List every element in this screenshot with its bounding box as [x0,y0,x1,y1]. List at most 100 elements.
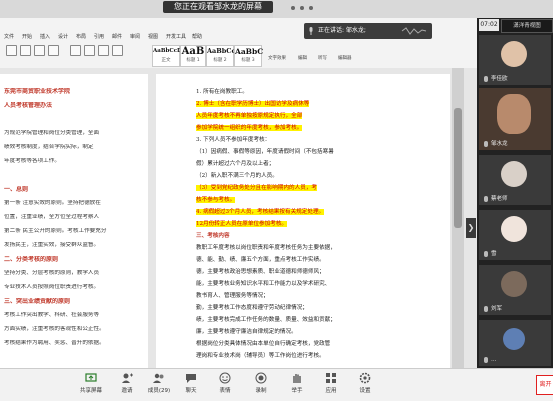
dictate-label[interactable]: 听写 [318,55,327,61]
participant-name: … [491,357,497,363]
toolbar-label: 应用 [325,388,337,394]
style-heading-2[interactable]: AaBbCcI 标题 2 [206,45,238,67]
shared-screen: 文件 开始 插入 设计 布局 引用 邮件 审阅 视图 开发工具 帮助 AaBbC… [0,18,477,368]
right-page-line: （2）新入职不满三个月的人员。 [196,173,278,179]
chat-button[interactable]: 聊天 [176,372,206,398]
view-switch-button[interactable]: 潇洋青视图 [501,19,553,33]
left-page-line: 第二条 民主公开的原则。考核工作要充分 [4,228,107,234]
right-page-line: 核不参与考核。 [196,197,236,203]
underline-icon[interactable] [48,45,59,56]
menu-mailings[interactable]: 邮件 [112,33,122,40]
document-area: 东莞市商贸职业技术学院 人员考核管理办法为规范学院管理和岗位分类管理，全面 绩效考核… [0,68,477,368]
menu-references[interactable]: 引用 [94,33,104,40]
toolbar-label: 邀请 [121,388,133,394]
align-center-icon[interactable] [84,45,95,56]
participant-tile[interactable]: 蔡老师 [479,155,551,205]
menu-layout[interactable]: 布局 [76,33,86,40]
invite-icon [122,373,133,383]
participant-name: 雪 [491,251,497,257]
paste-icon[interactable] [6,45,17,56]
record-icon [255,372,267,384]
settings-icon [359,372,371,384]
right-page-line: 4. 病假超过3个月人员，考核结果按有关规定处理。 [196,209,325,215]
left-page-line: 人员考核管理办法 [4,102,53,109]
right-page-line: 理岗和专业技术岗（辅导员）等工作岗位进行考核。 [196,353,325,359]
left-page-line: 第一条 注意实效的原则。坚持把德放在 [4,200,101,206]
chat-icon [186,374,196,383]
members-button[interactable]: 成员(29) [144,372,174,398]
invite-button[interactable]: 邀请 [112,372,142,398]
participant-tile[interactable]: 雪 [479,210,551,260]
audio-wave-icon [401,27,427,35]
share-screen-button[interactable]: 共享屏幕 [76,372,106,398]
menu-developer[interactable]: 开发工具 [166,33,186,40]
edit-label[interactable]: 编辑 [298,55,307,61]
left-page-line: 为规范学院管理和岗位分类管理，全面 [4,130,100,136]
left-page-line: 东莞市商贸职业技术学院 [4,88,71,95]
right-page-line: 能，主要考核业务知识水平和工作能力以及学术研究、 [196,281,331,287]
right-page-line: 德，主要考核政治思想素质、职业道德和师德师风； [196,269,325,275]
left-page-line: 发扬民主，注重实效，接受群众监督。 [4,242,100,248]
participant-name: 李佳欧 [491,76,508,82]
menu-home[interactable]: 开始 [22,33,32,40]
toolbar-label: 共享屏幕 [79,388,102,394]
text-effects-label[interactable]: 文字效果 [268,55,286,61]
menu-insert[interactable]: 插入 [40,33,50,40]
avatar [497,94,531,134]
avatar [501,41,527,67]
top-bar [0,0,553,18]
meeting-timer: 07:02 [479,19,499,31]
left-page-line: 二、分类考核的原则 [4,256,59,263]
speaking-text: 正在讲话: 邹水龙; [318,27,366,34]
apps-button[interactable]: 应用 [316,372,346,398]
left-page-line: 方面实绩，注重考核的客观性和公正性。 [4,326,105,332]
menu-view[interactable]: 视图 [148,33,158,40]
participant-tile[interactable]: 刘军 [479,265,551,315]
style-heading-1[interactable]: AaB 标题 1 [180,45,206,67]
members-icon [153,373,164,383]
style-normal[interactable]: AaBbCcDt 正文 [152,45,184,67]
bold-icon[interactable] [20,45,31,56]
participant-tile-active[interactable]: 邹水龙 [479,88,551,150]
menu-review[interactable]: 审阅 [130,33,140,40]
list-icon[interactable] [98,45,109,56]
style-heading-3[interactable]: AaBbC 标题 3 [234,45,263,67]
menu-design[interactable]: 设计 [58,33,68,40]
menu-help[interactable]: 帮助 [192,33,202,40]
apps-icon [326,373,336,383]
participant-name: 蔡老师 [491,196,508,202]
right-page-line: 3. 下列人员不参加年度考核： [196,137,271,143]
leave-button[interactable]: 离开 [536,375,553,395]
menu-file[interactable]: 文件 [4,33,14,40]
right-page-line: 勤，主要考核工作态度和遵守劳动纪律情况； [196,305,308,311]
avatar [501,161,527,187]
participant-name: 刘军 [491,306,503,312]
collapse-panel-icon[interactable]: ❯ [466,218,476,238]
participant-tile[interactable]: 李佳欧 [479,35,551,85]
indent-icon[interactable] [112,45,123,56]
mic-icon [484,251,488,257]
left-page-line: 位置，注重业绩，全方位全过程考察人 [4,214,100,220]
right-page-line: 1. 所有在岗教职工。 [196,89,248,95]
raise-hand-button[interactable]: 举手 [282,372,312,398]
avatar [501,216,527,242]
left-page-line: 一、总则 [4,186,29,193]
speaking-indicator: 正在讲话: 邹水龙; [304,23,432,39]
align-left-icon[interactable] [70,45,81,56]
more-dots-icon[interactable] [287,3,317,13]
settings-button[interactable]: 设置 [350,372,380,398]
right-page-line: 根据岗位分类具体情况由本单位自行确定考核，党政管 [196,341,331,347]
share-banner: 您正在观看邹水龙的屏幕 [163,1,273,13]
scrollbar-thumb[interactable] [454,108,462,228]
right-page-line: 假）累计超过六个月及以上者； [196,161,275,167]
emoji-button[interactable]: 表情 [210,372,240,398]
share-screen-icon [85,373,97,382]
editor-label[interactable]: 编辑器 [338,55,352,61]
record-button[interactable]: 录制 [246,372,276,398]
participant-tile[interactable]: … [479,320,551,366]
right-page-line: 绩，主要考核完成工作任务的数量、质量、效益和贡献； [196,317,336,323]
left-page-line: 绩效考核制度，结合学院实际，制定 [4,144,94,150]
italic-icon[interactable] [34,45,45,56]
raise-hand-icon [293,374,301,383]
right-page-line: （1）因病假、事假等原因，年度请假时间（不包括寒暑 [196,149,334,155]
